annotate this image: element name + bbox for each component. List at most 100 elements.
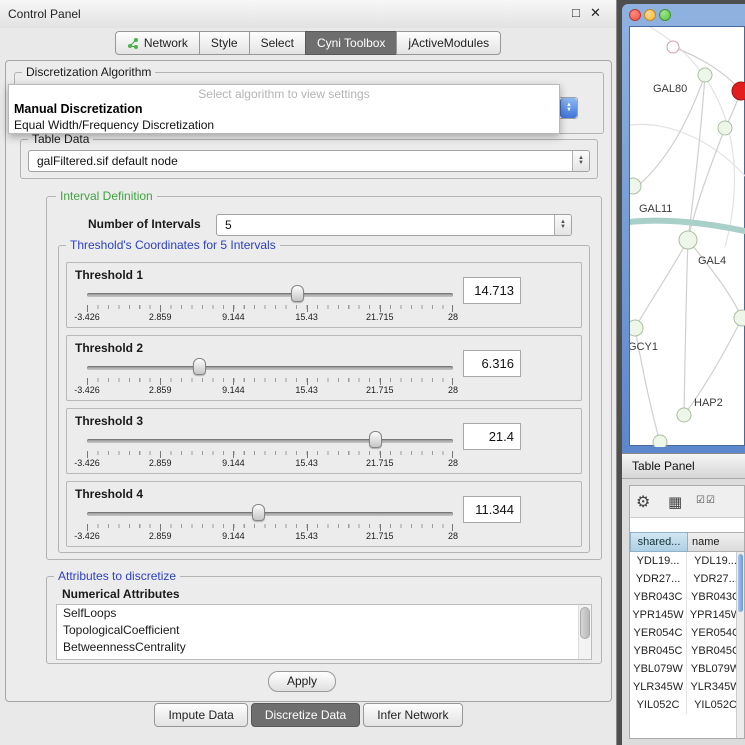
node-gal4[interactable]	[679, 231, 697, 249]
node[interactable]	[653, 435, 667, 447]
table-row[interactable]: YPR145WYPR145W	[630, 606, 744, 624]
scale-label: 9.144	[222, 312, 245, 322]
node-label-gal80: GAL80	[653, 83, 687, 95]
window-title: Control Panel	[8, 7, 81, 21]
columns-icon[interactable]: ▦	[668, 493, 682, 511]
cell[interactable]: YBR045C	[630, 642, 687, 660]
tab-discretize-data[interactable]: Discretize Data	[251, 703, 360, 727]
slider-scale-labels: -3.426 2.859 9.144 15.43 21.715 28	[87, 531, 453, 542]
cell[interactable]: YBR043C	[630, 588, 687, 606]
cell[interactable]: YLR345W	[630, 678, 687, 696]
table-row[interactable]: YBL079WYBL079W	[630, 660, 744, 678]
node-label-gcy1: GCY1	[630, 341, 658, 353]
table-data-combobox[interactable]: galFiltered.sif default node ▲ ▼	[28, 150, 590, 172]
slider-handle[interactable]	[252, 504, 265, 521]
tab-select[interactable]: Select	[249, 31, 306, 55]
threshold-3-value-field[interactable]: 21.4	[463, 423, 521, 450]
float-icon[interactable]: □	[572, 5, 580, 20]
cell[interactable]: YDR27...	[630, 570, 687, 588]
scrollbar-thumb[interactable]	[580, 607, 590, 639]
threshold-2-slider[interactable]	[87, 358, 453, 376]
gear-icon[interactable]: ⚙	[636, 492, 650, 512]
table-row[interactable]: YBR045CYBR045C	[630, 642, 744, 660]
threshold-3-slider[interactable]	[87, 431, 453, 449]
slider-track	[87, 293, 453, 297]
node[interactable]	[718, 121, 732, 135]
list-item[interactable]: SelfLoops	[57, 605, 591, 622]
scale-label: 21.715	[366, 385, 394, 395]
close-icon[interactable]: ✕	[590, 5, 601, 21]
cell[interactable]: YPR145W	[630, 606, 687, 624]
scale-label: 2.859	[149, 385, 172, 395]
threshold-3-panel: Threshold 3 -3.426 2.859 9.144 15.43 21.…	[66, 408, 582, 474]
threshold-2-value-field[interactable]: 6.316	[463, 350, 521, 377]
tab-style[interactable]: Style	[199, 31, 250, 55]
list-item[interactable]: BetweennessCentrality	[57, 639, 591, 656]
numerical-attributes-list[interactable]: SelfLoops TopologicalCoefficient Between…	[56, 604, 592, 660]
tab-impute-data[interactable]: Impute Data	[154, 703, 247, 727]
cell[interactable]: YER054C	[630, 624, 687, 642]
table-row[interactable]: YDL19...YDL19...	[630, 552, 744, 570]
node-gcy1[interactable]	[630, 320, 643, 336]
node-hap2[interactable]	[677, 408, 691, 422]
apply-button[interactable]: Apply	[268, 671, 336, 692]
tab-style-label: Style	[211, 36, 238, 50]
threshold-1-slider[interactable]	[87, 285, 453, 303]
scrollbar-thumb[interactable]	[738, 554, 743, 612]
node[interactable]	[667, 41, 679, 53]
table-row[interactable]: YLR345WYLR345W	[630, 678, 744, 696]
scale-label: 9.144	[222, 458, 245, 468]
table-data-group-label: Table Data	[28, 132, 93, 146]
combobox-stepper-icon[interactable]: ▲ ▼	[560, 98, 577, 118]
dropdown-placeholder-option[interactable]: Select algorithm to view settings	[9, 87, 559, 101]
threshold-1-value-field[interactable]: 14.713	[463, 277, 521, 304]
tab-infer-network[interactable]: Infer Network	[363, 703, 462, 727]
table-row[interactable]: YER054CYER054C	[630, 624, 744, 642]
dropdown-option-manual-discretization[interactable]: Manual Discretization	[14, 102, 143, 116]
cell[interactable]: YDL19...	[630, 552, 687, 570]
mac-minimize-button[interactable]	[644, 9, 656, 21]
threshold-1-panel: Threshold 1 -3.426 2.859 9.144 15.43 21.…	[66, 262, 582, 328]
slider-scale-labels: -3.426 2.859 9.144 15.43 21.715 28	[87, 385, 453, 396]
table-scrollbar[interactable]	[736, 552, 744, 738]
slider-handle[interactable]	[193, 358, 206, 375]
mac-close-button[interactable]	[629, 9, 641, 21]
threshold-4-slider[interactable]	[87, 504, 453, 522]
scale-label: 28	[448, 458, 458, 468]
table-row[interactable]: YIL052CYIL052C	[630, 696, 744, 714]
select-columns-icon[interactable]: ☑☑	[696, 495, 716, 506]
table-header-row: shared... name	[630, 532, 745, 552]
scale-label: -3.426	[74, 385, 100, 395]
network-nodes	[630, 41, 745, 447]
scale-label: 21.715	[366, 458, 394, 468]
threshold-4-value-field[interactable]: 11.344	[463, 496, 521, 523]
list-scrollbar[interactable]	[578, 605, 591, 659]
algorithm-group-label: Discretization Algorithm	[22, 65, 155, 79]
node[interactable]	[734, 310, 745, 326]
table-row[interactable]: YBR043CYBR043C	[630, 588, 744, 606]
node-gal11[interactable]	[630, 178, 641, 194]
slider-handle[interactable]	[369, 431, 382, 448]
tab-jactivemodules[interactable]: jActiveModules	[396, 31, 501, 55]
network-canvas[interactable]: GAL80 GAL11 GAL4 GCY1 HAP2	[629, 26, 745, 446]
combobox-stepper-icon[interactable]: ▲ ▼	[554, 215, 571, 235]
scale-label: 28	[448, 531, 458, 541]
table-panel-titlebar: Table Panel	[622, 453, 745, 479]
mac-zoom-button[interactable]	[659, 9, 671, 21]
selected-red-node[interactable]	[732, 82, 745, 100]
list-item[interactable]: TopologicalCoefficient	[57, 622, 591, 639]
column-header-name[interactable]: name	[688, 532, 745, 552]
column-header-shared-name[interactable]: shared...	[630, 532, 688, 552]
tab-network[interactable]: Network	[115, 31, 200, 55]
node-gal80[interactable]	[698, 68, 712, 82]
slider-handle[interactable]	[291, 285, 304, 302]
number-of-intervals-combobox[interactable]: 5 ▲ ▼	[216, 214, 572, 236]
cell[interactable]: YIL052C	[630, 696, 687, 714]
dropdown-option-equal-width[interactable]: Equal Width/Frequency Discretization	[14, 118, 214, 132]
scale-label: 21.715	[366, 312, 394, 322]
table-row[interactable]: YDR27...YDR27...	[630, 570, 744, 588]
cell[interactable]: YBL079W	[630, 660, 687, 678]
combobox-stepper-icon[interactable]: ▲ ▼	[572, 151, 589, 171]
tab-cyni-toolbox[interactable]: Cyni Toolbox	[305, 31, 397, 55]
threshold-1-label: Threshold 1	[75, 268, 143, 282]
